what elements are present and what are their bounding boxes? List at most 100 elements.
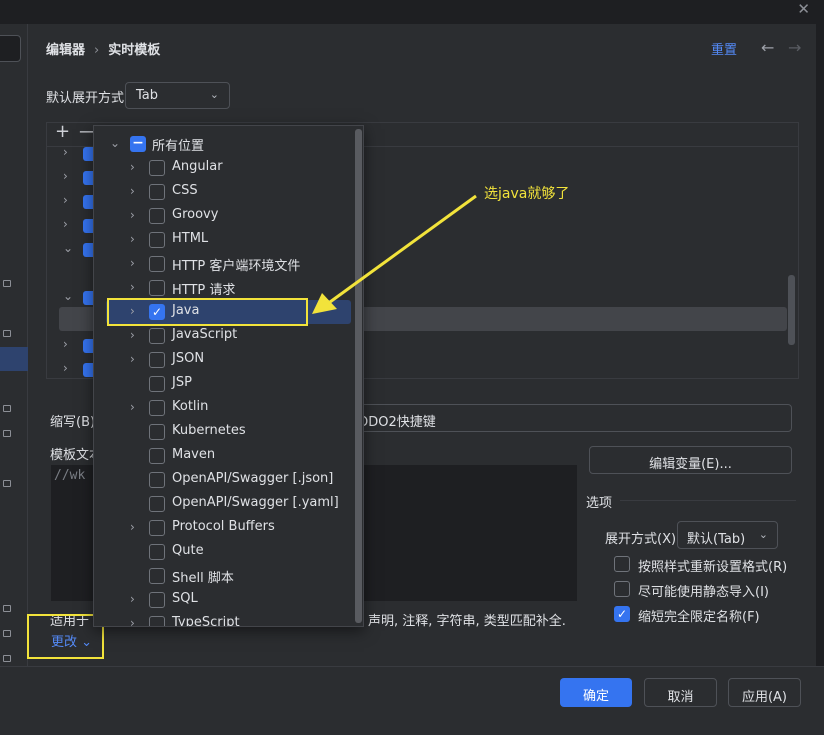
context-checkbox[interactable]: [149, 544, 165, 560]
breadcrumb-editor[interactable]: 编辑器: [46, 43, 85, 58]
settings-nav-selected-item[interactable]: [0, 347, 28, 371]
chevron-down-icon[interactable]: ⌄: [110, 136, 120, 150]
chevron-right-icon[interactable]: ›: [63, 217, 68, 231]
chevron-right-icon[interactable]: ›: [63, 361, 68, 375]
context-item-shell[interactable]: Shell 脚本: [94, 564, 351, 588]
chevron-right-icon[interactable]: ›: [130, 256, 135, 270]
nav-group-icon: [3, 280, 11, 287]
context-checkbox[interactable]: [149, 568, 165, 584]
chevron-right-icon[interactable]: ›: [130, 280, 135, 294]
context-checkbox[interactable]: [149, 472, 165, 488]
context-item-kubernetes[interactable]: Kubernetes: [94, 420, 351, 444]
cancel-button[interactable]: 取消: [644, 678, 717, 707]
context-checkbox[interactable]: [149, 256, 165, 272]
ok-button[interactable]: 确定: [560, 678, 632, 707]
shorten-fq-names-checkbox[interactable]: ✓: [614, 606, 630, 622]
context-item-qute[interactable]: Qute: [94, 540, 351, 564]
chevron-right-icon[interactable]: ›: [130, 328, 135, 342]
add-icon[interactable]: +: [55, 121, 70, 142]
context-checkbox[interactable]: [149, 376, 165, 392]
context-item-http[interactable]: › HTTP 客户端环境文件: [94, 252, 351, 276]
default-expand-value: Tab: [136, 88, 159, 103]
context-item-label: HTTP 请求: [172, 283, 236, 298]
static-import-label: 尽可能使用静态导入(I): [638, 585, 769, 600]
forward-arrow-icon[interactable]: →: [788, 38, 801, 57]
chevron-right-icon[interactable]: ›: [130, 184, 135, 198]
context-checkbox[interactable]: [149, 448, 165, 464]
context-item-typescript[interactable]: › TypeScript: [94, 612, 351, 626]
expand-with-value: 默认(Tab): [687, 532, 746, 547]
context-item-css[interactable]: › CSS: [94, 180, 351, 204]
description-field[interactable]: ODO2快捷键: [340, 404, 792, 432]
default-expand-select[interactable]: Tab ⌄: [125, 82, 230, 109]
chevron-right-icon[interactable]: ›: [130, 160, 135, 174]
context-item-label: SQL: [172, 591, 198, 606]
context-checkbox[interactable]: [149, 424, 165, 440]
chevron-right-icon[interactable]: ›: [63, 169, 68, 183]
context-checkbox[interactable]: [149, 184, 165, 200]
shorten-fq-names-label: 缩短完全限定名称(F): [638, 610, 760, 625]
context-checkbox[interactable]: [149, 160, 165, 176]
context-item-label: Shell 脚本: [172, 571, 234, 586]
static-import-checkbox[interactable]: [614, 581, 630, 597]
window-edge: [816, 24, 824, 666]
chevron-right-icon[interactable]: ›: [130, 592, 135, 606]
chevron-right-icon[interactable]: ›: [63, 145, 68, 159]
tree-scrollbar[interactable]: [788, 275, 795, 345]
settings-search-input[interactable]: [0, 35, 21, 62]
expand-with-select[interactable]: 默认(Tab) ⌄: [677, 521, 778, 549]
chevron-right-icon[interactable]: ›: [130, 616, 135, 626]
context-item-angular[interactable]: › Angular: [94, 156, 351, 180]
context-item-openapi-swagger-json[interactable]: OpenAPI/Swagger [.json]: [94, 468, 351, 492]
reformat-checkbox[interactable]: [614, 556, 630, 572]
popup-scrollbar[interactable]: [355, 129, 362, 623]
context-item-maven[interactable]: Maven: [94, 444, 351, 468]
context-item-sql[interactable]: › SQL: [94, 588, 351, 612]
context-checkbox[interactable]: [149, 280, 165, 296]
nav-group-icon: [3, 405, 11, 412]
context-checkbox[interactable]: [149, 592, 165, 608]
context-item-html[interactable]: › HTML: [94, 228, 351, 252]
nav-group-icon: [3, 605, 11, 612]
context-checkbox[interactable]: [149, 352, 165, 368]
context-item-jsp[interactable]: JSP: [94, 372, 351, 396]
context-item-openapi-swagger-yaml[interactable]: OpenAPI/Swagger [.yaml]: [94, 492, 351, 516]
context-item-protocol-buffers[interactable]: › Protocol Buffers: [94, 516, 351, 540]
context-item-label: HTML: [172, 231, 209, 246]
context-item-javascript[interactable]: › JavaScript: [94, 324, 351, 348]
context-checkbox[interactable]: [149, 328, 165, 344]
chevron-right-icon[interactable]: ›: [63, 193, 68, 207]
context-item-label: Kotlin: [172, 399, 209, 414]
back-arrow-icon[interactable]: ←: [761, 38, 774, 57]
reset-link[interactable]: 重置: [711, 39, 737, 58]
context-checkbox[interactable]: [149, 400, 165, 416]
context-checkbox[interactable]: [149, 232, 165, 248]
context-item-groovy[interactable]: › Groovy: [94, 204, 351, 228]
apply-button[interactable]: 应用(A): [728, 678, 801, 707]
chevron-down-icon[interactable]: ⌄: [63, 241, 73, 255]
context-checkbox[interactable]: [149, 496, 165, 512]
context-checkbox[interactable]: [149, 520, 165, 536]
context-checkbox[interactable]: [149, 616, 165, 626]
nav-group-icon: [3, 630, 11, 637]
breadcrumb-live-templates: 实时模板: [108, 43, 161, 58]
all-contexts-checkbox[interactable]: −: [130, 136, 146, 152]
chevron-down-icon[interactable]: ⌄: [63, 289, 73, 303]
contexts-popup: ⌄ − 所有位置 › Angular › CSS › Groovy › HTML › HTTP 客…: [93, 125, 364, 627]
context-item-http[interactable]: › HTTP 请求: [94, 276, 351, 300]
context-item-label: HTTP 客户端环境文件: [172, 259, 301, 274]
context-checkbox[interactable]: [149, 208, 165, 224]
context-item-json[interactable]: › JSON: [94, 348, 351, 372]
edit-variables-button[interactable]: 编辑变量(E)...: [589, 446, 792, 474]
context-item-label: Qute: [172, 543, 204, 558]
all-contexts-label: 所有位置: [152, 139, 205, 154]
context-item-kotlin[interactable]: › Kotlin: [94, 396, 351, 420]
context-item-label: JSON: [172, 351, 205, 366]
chevron-right-icon[interactable]: ›: [130, 232, 135, 246]
chevron-right-icon[interactable]: ›: [130, 208, 135, 222]
chevron-right-icon[interactable]: ›: [63, 337, 68, 351]
chevron-right-icon[interactable]: ›: [130, 352, 135, 366]
chevron-right-icon[interactable]: ›: [130, 400, 135, 414]
close-icon[interactable]: ✕: [797, 0, 810, 18]
chevron-right-icon[interactable]: ›: [130, 520, 135, 534]
